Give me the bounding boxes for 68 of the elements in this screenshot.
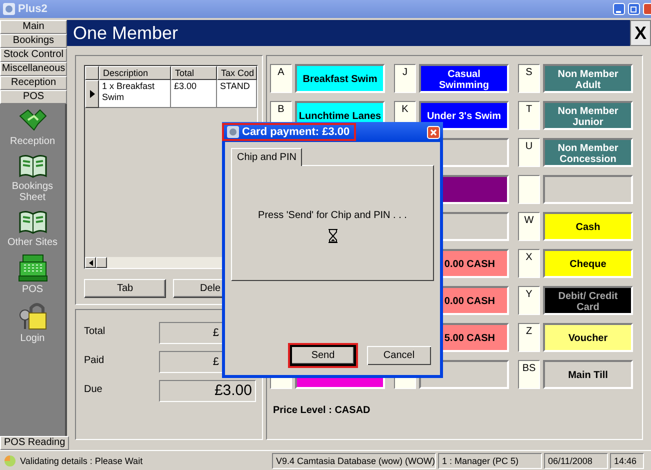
close-icon[interactable] (643, 3, 651, 15)
nav-tab[interactable]: Reception (0, 76, 67, 90)
product-button[interactable]: Debit/ Credit Card (543, 286, 633, 315)
restore-icon[interactable] (628, 3, 640, 15)
product-button[interactable]: Non Member Concession (543, 138, 633, 167)
total-label: Paid (84, 354, 106, 366)
table-cell: 1 x Breakfast Swim (99, 80, 171, 108)
nav-tab[interactable]: POS Reading (0, 436, 70, 450)
shortcut-key: Y (518, 286, 540, 315)
product-button[interactable] (543, 175, 633, 204)
shortcut-key: T (518, 101, 540, 130)
close-icon[interactable] (427, 126, 440, 138)
total-label: Total (84, 325, 106, 337)
status-text: 06/11/2008 (544, 453, 608, 469)
nav-tab[interactable]: POS (0, 90, 67, 104)
table-cell: £3.00 (171, 80, 217, 108)
dialog-button[interactable]: Cancel (364, 343, 434, 368)
action-button[interactable]: Tab (84, 279, 166, 298)
nav-tab[interactable]: Main (0, 20, 67, 34)
scroll-thumb[interactable] (96, 257, 107, 268)
shortcut-key: Z (518, 323, 540, 352)
shortcut-key: A (270, 64, 292, 93)
cash-register-icon (18, 254, 48, 282)
book-icon (18, 153, 48, 179)
product-button[interactable]: Breakfast Swim (295, 64, 385, 93)
product-button[interactable]: Cash (543, 212, 633, 241)
screen-title: One Member (73, 22, 178, 44)
total-label: Due (84, 383, 104, 395)
column-header: Total (171, 66, 217, 80)
product-button[interactable]: Under 3's Swim (419, 101, 509, 130)
nav-tab[interactable]: Bookings (0, 34, 67, 48)
minimize-icon[interactable] (613, 3, 625, 15)
shortcut-key (518, 175, 540, 204)
product-button[interactable]: Main Till (543, 360, 633, 389)
product-button[interactable]: Cheque (543, 249, 633, 278)
nav-tab[interactable]: Miscellaneous (0, 62, 67, 76)
product-button[interactable]: Non Member Adult (543, 64, 633, 93)
status-text: Validating details : Please Wait (20, 455, 143, 468)
shortcut-key: X (518, 249, 540, 278)
column-header: Description (99, 66, 171, 80)
close-button[interactable]: X (630, 20, 651, 46)
product-button[interactable]: Non Member Junior (543, 101, 633, 130)
product-button[interactable]: Casual Swimming (419, 64, 509, 93)
amount-field: £3.00 (159, 380, 256, 402)
shortcut-key: U (518, 138, 540, 167)
app-icon (3, 3, 15, 15)
price-level: Price Level : CASAD (273, 405, 372, 416)
scroll-left-icon[interactable] (88, 260, 92, 266)
status-text: 1 : Manager (PC 5) (438, 453, 542, 469)
table-cell: STAND (217, 80, 257, 108)
nav-tab[interactable]: Stock Control (0, 48, 67, 62)
product-button[interactable]: Voucher (543, 323, 633, 352)
shortcut-key: W (518, 212, 540, 241)
hourglass-icon (328, 229, 338, 243)
dialog-message: Press 'Send' for Chip and PIN . . . (258, 210, 407, 221)
shortcut-key: BS (518, 360, 540, 389)
dialog-button[interactable]: Send (288, 343, 358, 368)
book-icon (18, 209, 48, 235)
status-text: 14:46 (610, 453, 644, 469)
status-text: V9.4 Camtasia Database (wow) (WOW) (272, 453, 436, 469)
column-header: Tax Cod (217, 66, 257, 80)
shortcut-key: J (394, 64, 416, 93)
dialog-tab[interactable]: Chip and PIN (231, 148, 302, 166)
window-title: Plus2 (18, 3, 48, 15)
padlock-icon (18, 301, 48, 331)
app-icon (227, 126, 239, 138)
progress-icon (4, 455, 16, 467)
shortcut-key: S (518, 64, 540, 93)
